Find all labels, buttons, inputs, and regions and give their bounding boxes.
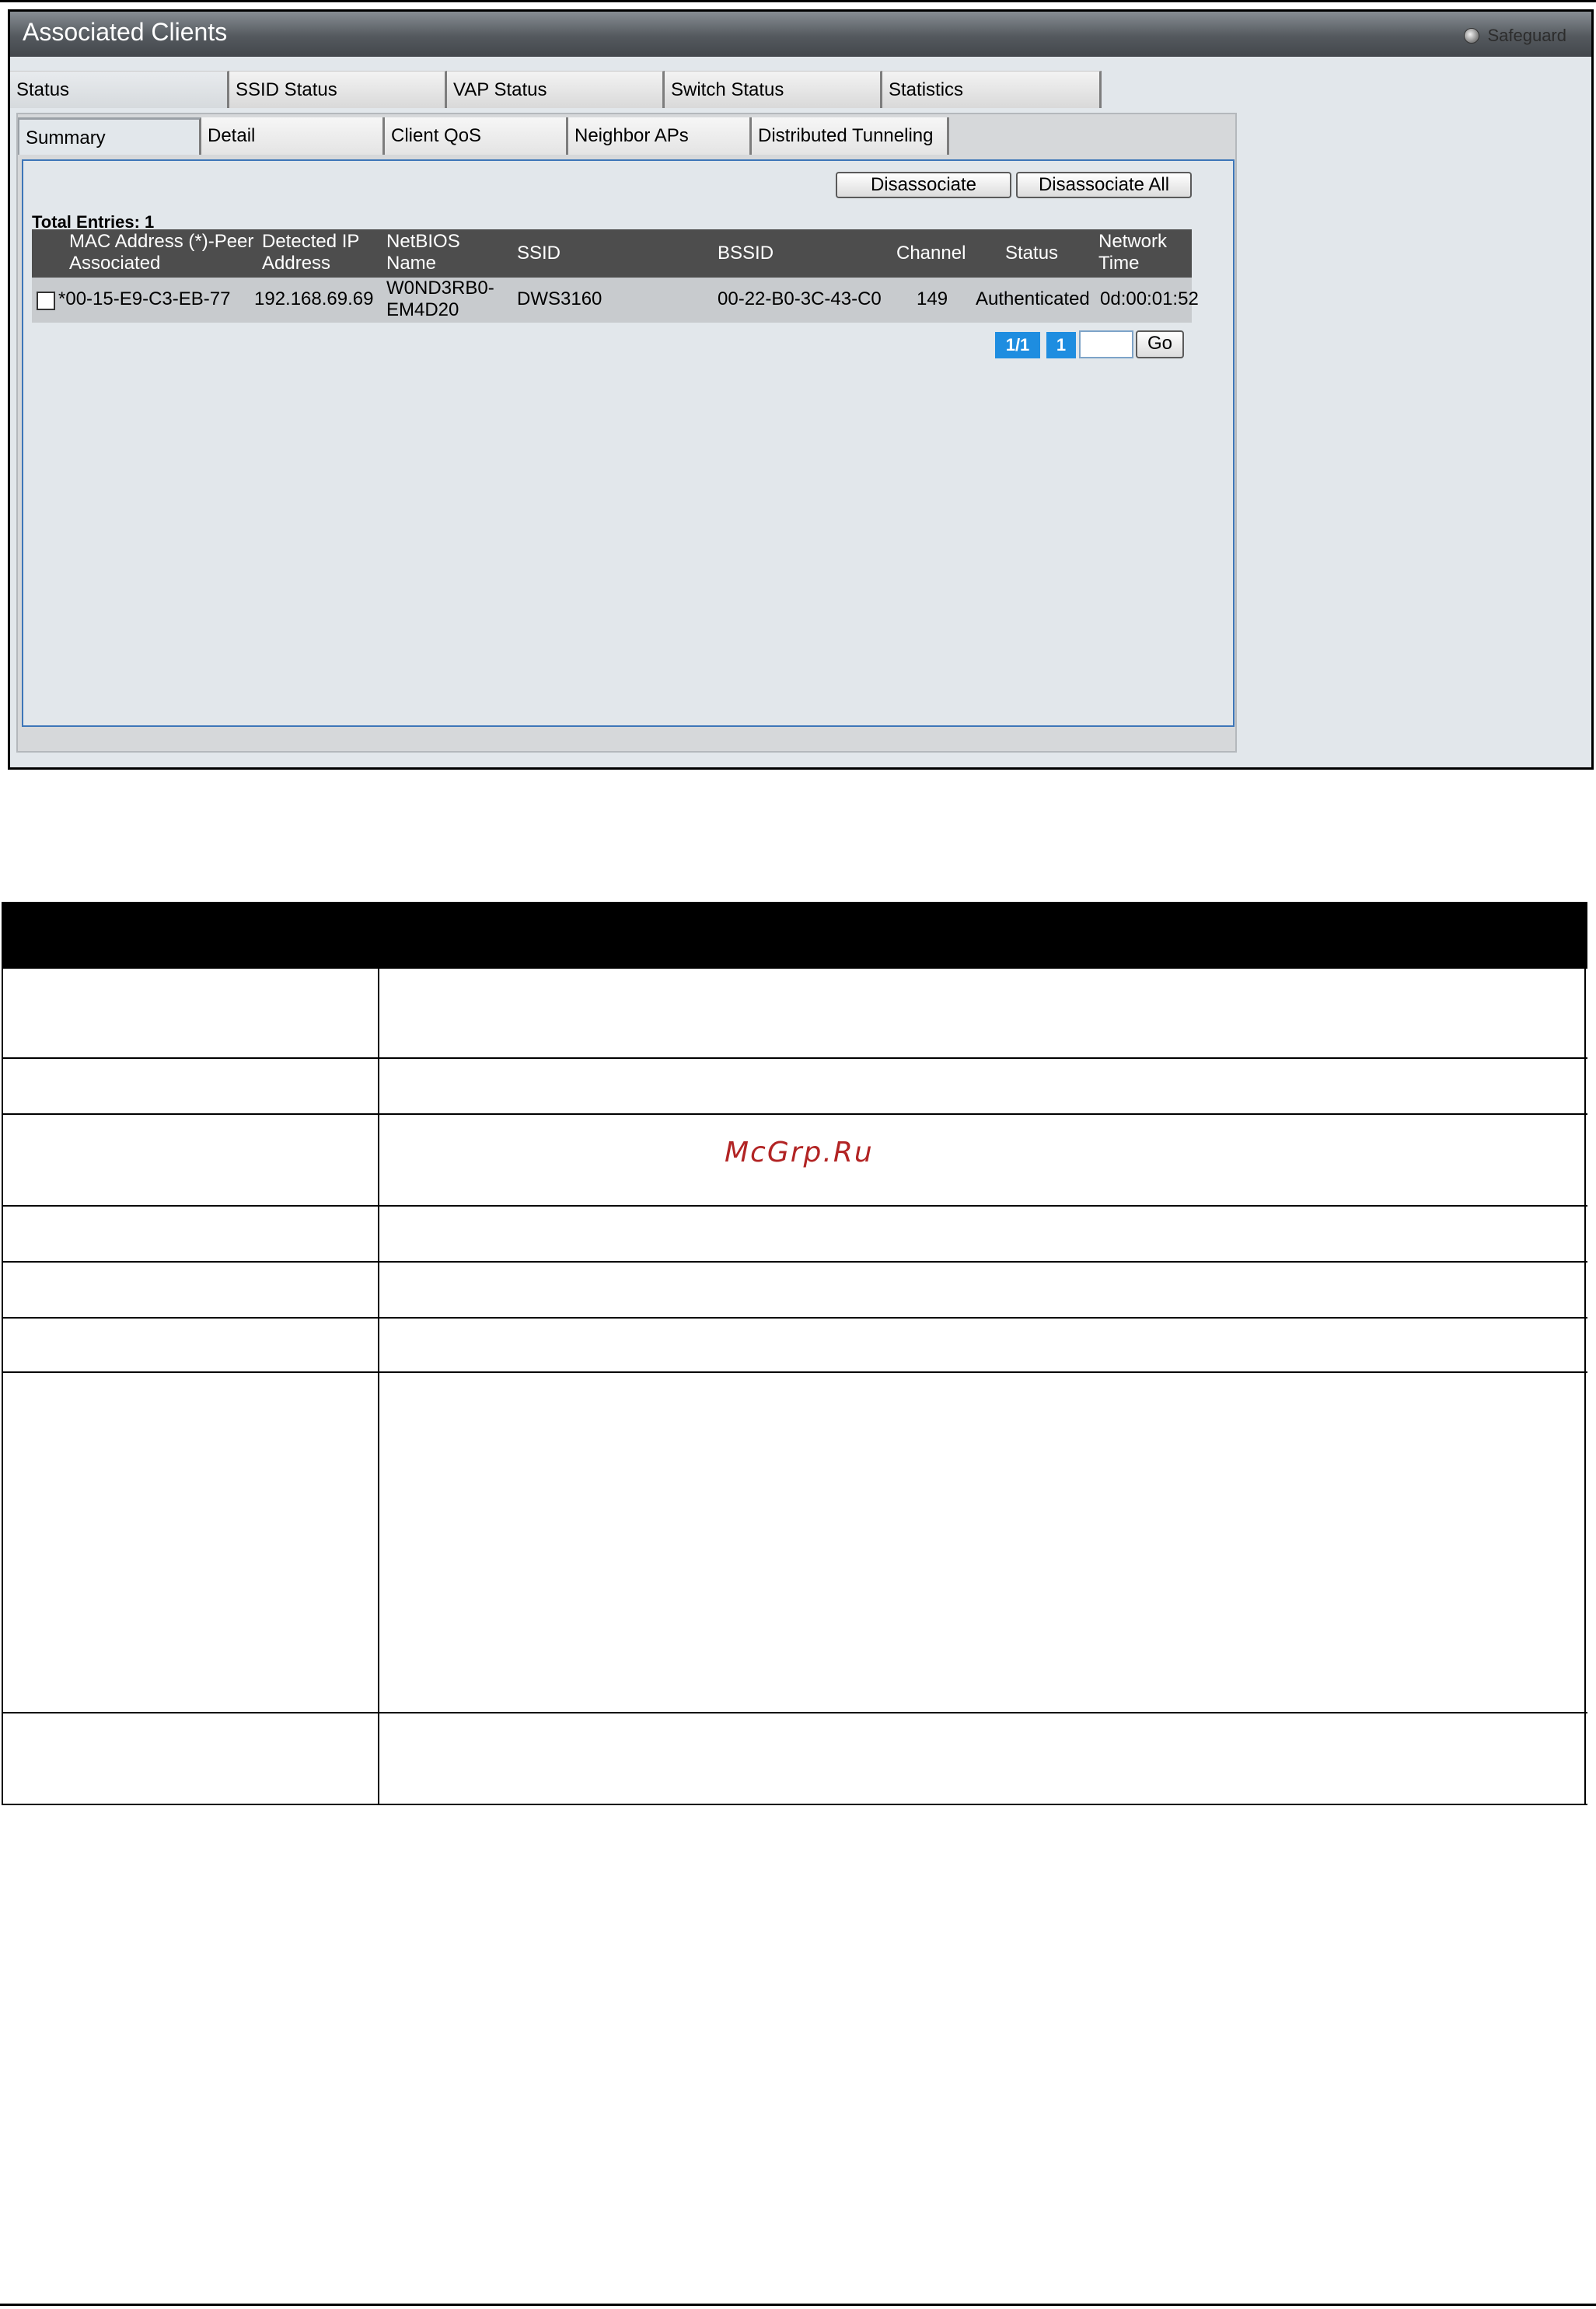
subtab-summary[interactable]: Summary [18, 117, 201, 155]
header-mac-line2: Associated [69, 253, 161, 274]
table-row-divider [2, 1317, 1587, 1319]
table-row-divider [2, 1261, 1587, 1263]
tab-status[interactable]: Status [10, 71, 229, 108]
description-table [2, 902, 1587, 1805]
cell-status: Authenticated [976, 288, 1090, 309]
cell-netbios-line1: W0ND3RB0- [386, 278, 494, 299]
table-border-bottom [2, 1804, 1587, 1805]
tab-label: Status [16, 79, 70, 100]
window-title: Associated Clients [23, 18, 228, 46]
cell-ssid: DWS3160 [517, 288, 602, 309]
tab-label: VAP Status [453, 79, 547, 100]
header-mac: MAC Address (*)-Peer Associated [69, 231, 253, 274]
tab-label: Neighbor APs [574, 125, 689, 146]
go-button[interactable]: Go [1136, 330, 1184, 358]
window-title-bar: Associated Clients Safeguard [10, 12, 1591, 57]
page-indicator: 1/1 [995, 332, 1040, 358]
cell-channel: 149 [917, 288, 948, 309]
tab-vap-status[interactable]: VAP Status [447, 71, 665, 108]
table-row-divider [2, 1057, 1587, 1059]
header-ip-line2: Address [262, 253, 331, 274]
header-network-time: Network Time [1098, 231, 1167, 274]
bottom-rule [0, 2304, 1596, 2306]
table-column-divider [378, 969, 379, 1805]
table-border-right [1584, 969, 1586, 1805]
header-ip-line1: Detected IP [262, 231, 360, 252]
table-row-divider [2, 1205, 1587, 1207]
header-channel: Channel [896, 243, 966, 264]
tab-ssid-status[interactable]: SSID Status [229, 71, 447, 108]
cell-bssid: 00-22-B0-3C-43-C0 [718, 288, 882, 309]
description-table-header [2, 902, 1587, 969]
header-time-line1: Network [1098, 231, 1168, 252]
subtab-client-qos[interactable]: Client QoS [385, 117, 568, 155]
cell-ip: 192.168.69.69 [254, 288, 374, 309]
watermark-text: McGrp.Ru [725, 1137, 874, 1168]
header-status: Status [1005, 243, 1059, 264]
tab-label: SSID Status [236, 79, 337, 100]
header-netbios-line2: Name [386, 253, 437, 274]
header-netbios: NetBIOS Name [386, 231, 460, 274]
header-time-line2: Time [1098, 253, 1140, 274]
row-select-checkbox[interactable] [37, 292, 55, 310]
header-bssid: BSSID [718, 243, 774, 264]
table-row-divider [2, 1371, 1587, 1373]
table-border-left [2, 969, 3, 1805]
header-mac-line1: MAC Address (*)-Peer [69, 231, 254, 252]
table-row-divider [2, 1113, 1587, 1115]
safeguard-indicator[interactable]: Safeguard [1464, 26, 1566, 46]
safeguard-label: Safeguard [1487, 26, 1566, 45]
disassociate-button[interactable]: Disassociate [836, 172, 1011, 198]
header-ssid: SSID [517, 243, 561, 264]
top-rule [0, 0, 1596, 2]
tab-statistics[interactable]: Statistics [882, 71, 1102, 108]
tab-label: Detail [208, 125, 256, 146]
page-number-input[interactable] [1079, 330, 1133, 358]
tab-label: Distributed Tunneling [758, 125, 934, 146]
cell-netbios: W0ND3RB0- EM4D20 [386, 278, 494, 321]
header-ip: Detected IP Address [262, 231, 359, 274]
table-row-divider [2, 1712, 1587, 1713]
disassociate-all-button[interactable]: Disassociate All [1016, 172, 1192, 198]
tab-switch-status[interactable]: Switch Status [665, 71, 882, 108]
cell-network-time: 0d:00:01:52 [1100, 288, 1199, 309]
subtab-distributed-tunneling[interactable]: Distributed Tunneling [752, 117, 949, 155]
tab-label: Summary [26, 128, 106, 148]
cell-mac: *00-15-E9-C3-EB-77 [58, 288, 231, 309]
associated-clients-window: Associated Clients Safeguard Status SSID… [8, 9, 1594, 770]
cell-netbios-line2: EM4D20 [386, 299, 459, 320]
table-row: *00-15-E9-C3-EB-77 192.168.69.69 W0ND3RB… [32, 278, 1199, 323]
tab-label: Statistics [889, 79, 964, 100]
tab-label: Client QoS [391, 125, 482, 146]
page-link-1[interactable]: 1 [1046, 332, 1076, 358]
clients-table-header: MAC Address (*)-Peer Associated Detected… [32, 229, 1192, 278]
subtab-detail[interactable]: Detail [201, 117, 385, 155]
header-netbios-line1: NetBIOS [386, 231, 460, 252]
safeguard-icon [1464, 28, 1480, 44]
tab-label: Switch Status [671, 79, 784, 100]
subtab-neighbor-aps[interactable]: Neighbor APs [568, 117, 752, 155]
